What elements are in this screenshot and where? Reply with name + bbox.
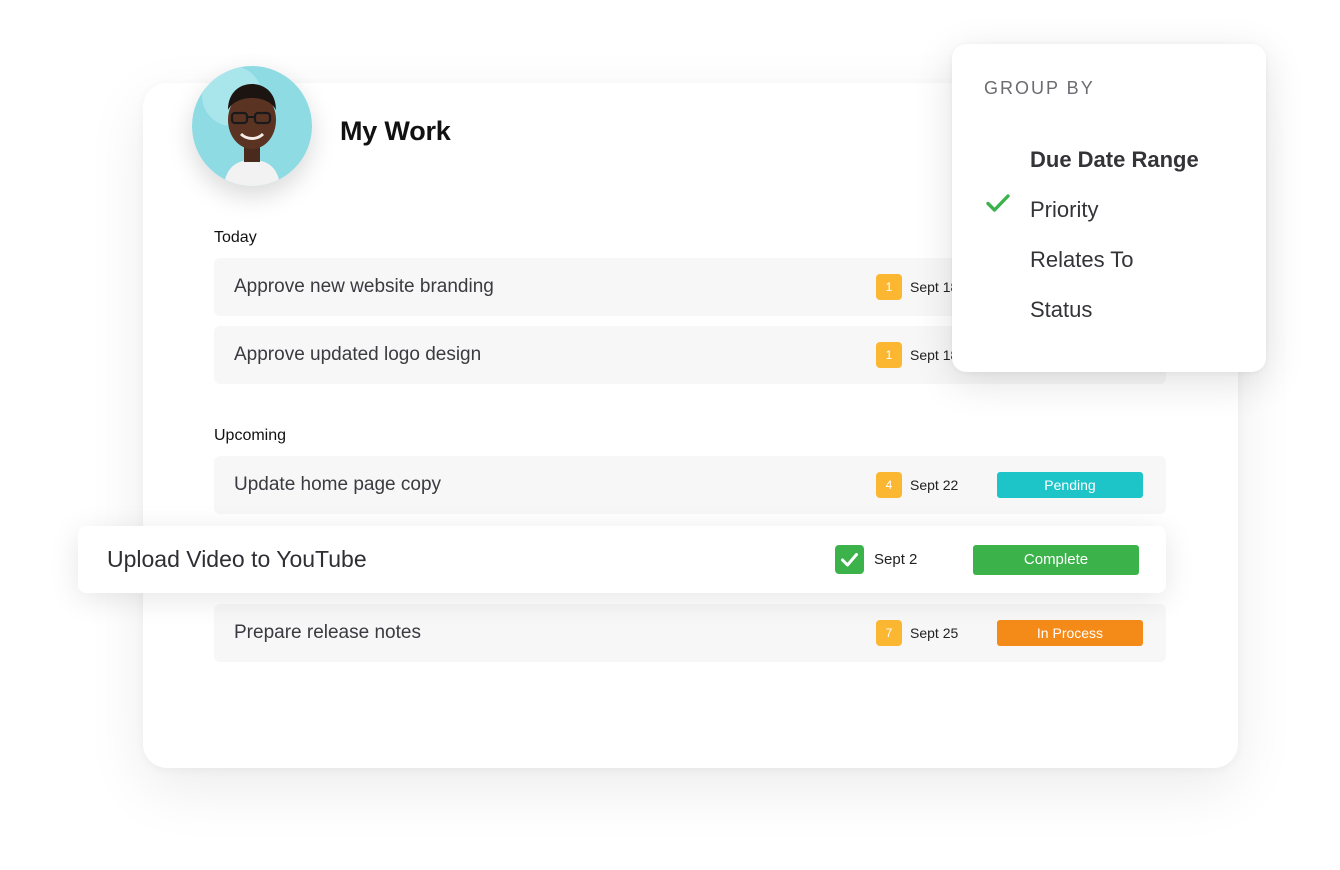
checkbox-checked-icon[interactable] [835, 545, 864, 574]
group-by-menu: GROUP BY Due Date Range Priority Relates… [952, 44, 1266, 372]
status-badge[interactable]: Complete [973, 545, 1139, 575]
priority-badge: 1 [876, 342, 902, 368]
page-title: My Work [340, 116, 451, 146]
task-title: Prepare release notes [234, 622, 421, 643]
menu-item-priority[interactable]: Priority [1030, 197, 1098, 223]
user-photo [192, 66, 312, 186]
priority-badge: 7 [876, 620, 902, 646]
section-label-today: Today [214, 229, 257, 246]
menu-heading: GROUP BY [984, 78, 1095, 98]
task-title: Update home page copy [234, 474, 442, 495]
avatar[interactable] [192, 66, 312, 186]
checkmark-icon [985, 192, 1011, 219]
task-title: Upload Video to YouTube [107, 546, 367, 572]
task-row[interactable]: Prepare release notes 7 Sept 25 In Proce… [214, 604, 1166, 662]
section-label-upcoming: Upcoming [214, 427, 287, 444]
due-date: Sept 25 [910, 625, 959, 641]
priority-badge: 1 [876, 274, 902, 300]
priority-badge: 4 [876, 472, 902, 498]
task-row-dragging[interactable]: Upload Video to YouTube Sept 2 Complete [78, 526, 1166, 593]
status-badge[interactable]: In Process [997, 620, 1143, 646]
menu-item-due-date-range[interactable]: Due Date Range [1030, 147, 1199, 173]
menu-item-status[interactable]: Status [1030, 297, 1092, 323]
menu-item-relates-to[interactable]: Relates To [1030, 247, 1134, 273]
due-date: Sept 22 [910, 477, 959, 493]
status-badge[interactable]: Pending [997, 472, 1143, 498]
task-row[interactable]: Update home page copy 4 Sept 22 Pending [214, 456, 1166, 514]
due-date: Sept 2 [874, 551, 918, 568]
task-title: Approve updated logo design [234, 344, 482, 365]
task-title: Approve new website branding [234, 276, 494, 297]
